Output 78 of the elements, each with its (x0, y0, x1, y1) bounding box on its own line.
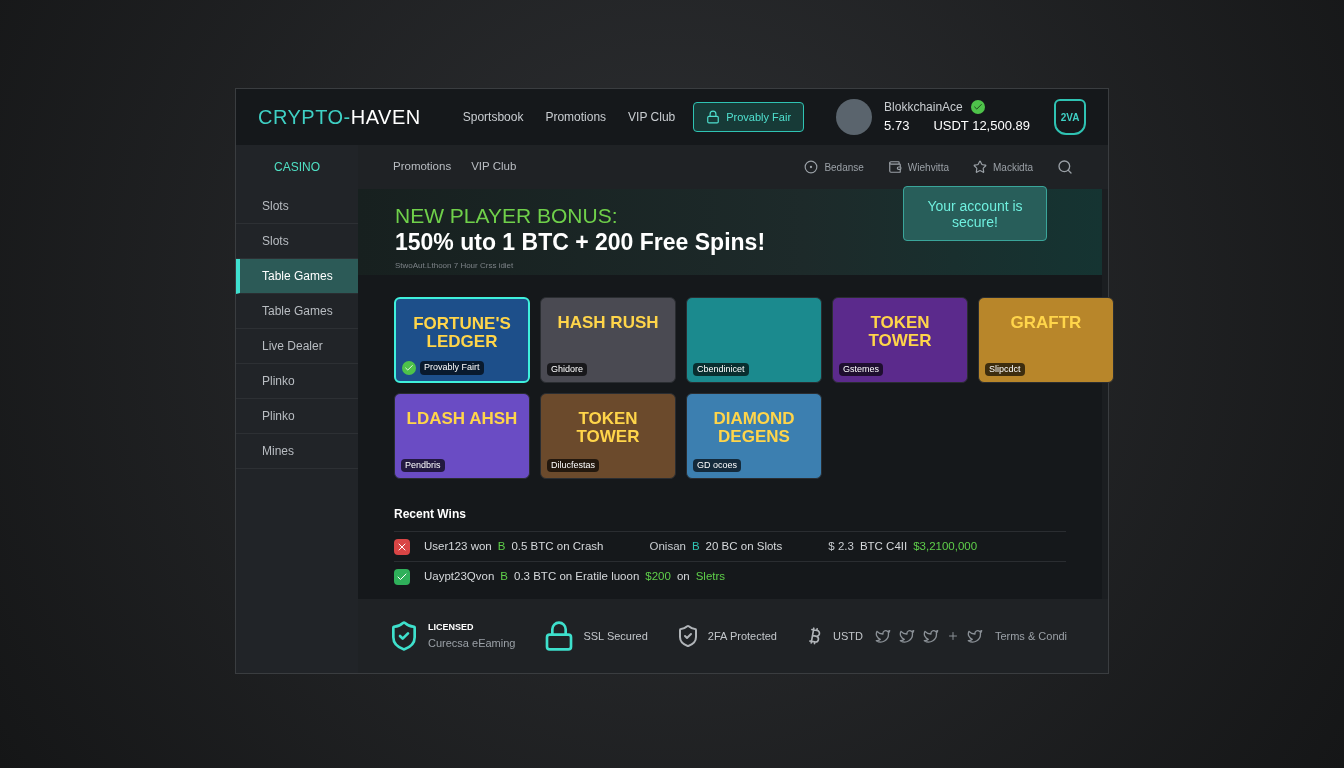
tool-link[interactable]: Bedanse (824, 159, 864, 175)
footer-label: USTD (832, 628, 863, 644)
win-text: on (676, 568, 690, 584)
game-title: FORTUNE'S LEDGER (412, 315, 512, 351)
game-caption: Ghidore (547, 362, 588, 376)
banner-kicker: NEW PLAYER BONUS: (395, 204, 618, 228)
game-tile[interactable]: HASH RUSH Ghidore (540, 297, 676, 383)
license-title: LICENSED (428, 621, 475, 634)
banner-fine-print: StwoAut.Lthoon 7 Hour Crss idiet (395, 260, 514, 272)
win-text: User123 won (424, 538, 492, 554)
game-caption: Cbendinicet (693, 362, 749, 376)
coin-icon (804, 160, 819, 174)
game-caption: Slipcdct (985, 362, 1025, 376)
bird-icon[interactable] (898, 628, 915, 644)
secure-notice: Your account is secure! (903, 186, 1047, 241)
win-text: Uaypt23Qvon (424, 568, 495, 584)
footer-label: SSL Secured (583, 628, 648, 644)
plus-icon[interactable] (946, 630, 959, 642)
stat-value: 5.73 (884, 117, 910, 136)
2fa-badge: 2VA (1054, 99, 1086, 135)
win-text: BTC C4II (859, 538, 908, 554)
license-subtitle: Curecsa eEaming (428, 635, 516, 651)
game-title: DIAMOND DEGENS (712, 410, 796, 446)
username: BlokkchainAce (884, 99, 963, 117)
sidebar-item[interactable]: Table Games (236, 259, 358, 294)
win-text: Onisan (649, 538, 686, 554)
search-icon[interactable] (1057, 159, 1073, 175)
game-title: HASH RUSH (556, 314, 660, 332)
section-title: Recent Wins (394, 506, 467, 523)
footer-label: 2FA Protected (707, 628, 777, 644)
logo[interactable]: CRYPTO-HAVEN (258, 102, 421, 132)
loss-icon (394, 538, 410, 555)
win-text: B (500, 568, 508, 584)
win-text: B (497, 538, 506, 554)
banner-headline: 150% uto 1 BTC + 200 Free Spins! (395, 228, 766, 256)
game-tile[interactable]: GRAFTR Slipcdct (978, 297, 1114, 383)
terms-link[interactable]: Terms & Condi (994, 627, 1068, 645)
game-caption: Gstemes (839, 362, 883, 376)
bird-icon[interactable] (966, 628, 983, 644)
game-title: TOKEN TOWER (867, 314, 933, 350)
star-icon (973, 160, 987, 174)
win-text: 0.3 BTC on Eratile luoon (514, 568, 640, 584)
win-text: $ 2.3 (828, 538, 854, 554)
game-title: TOKEN TOWER (575, 410, 641, 446)
tool-link[interactable]: Mackidta (993, 159, 1033, 175)
lock-icon (706, 110, 721, 124)
nav-link[interactable]: VIP Club (628, 108, 676, 126)
balance: USDT 12,500.89 (933, 117, 1030, 136)
sidebar-heading: CASINO (274, 159, 320, 176)
game-title: LDASH AHSH (405, 410, 519, 428)
game-tile[interactable]: TOKEN TOWER Dilucfestas (540, 393, 676, 479)
game-caption: Provably Fairt (420, 361, 484, 375)
bird-icon[interactable] (922, 628, 939, 644)
nav-link[interactable]: Promotions (545, 108, 607, 126)
win-text: $3,2100,000 (913, 538, 978, 554)
provably-fair-button[interactable]: Provably Fair (693, 101, 805, 133)
game-caption: Dilucfestas (547, 458, 599, 472)
game-tile[interactable]: Cbendinicet (686, 297, 822, 383)
nav-link[interactable]: Sportsbook (462, 108, 524, 126)
bird-icon[interactable] (874, 628, 891, 644)
game-caption: GD ocoes (693, 458, 742, 472)
win-text: 0.5 BTC on Crash (511, 538, 604, 554)
game-tile[interactable]: FORTUNE'S LEDGER Provably Fairt (394, 297, 530, 383)
win-text: $200 (645, 568, 671, 584)
subnav-link[interactable]: Promotions (393, 158, 452, 176)
subnav-link[interactable]: VIP Club (471, 158, 517, 176)
wallet-icon (887, 160, 902, 174)
game-tile[interactable]: LDASH AHSH Pendbris (394, 393, 530, 479)
win-text: Sletrs (695, 568, 726, 584)
game-caption: Pendbris (401, 458, 445, 472)
tool-link[interactable]: Wiehvitta (907, 159, 949, 175)
game-tile[interactable]: DIAMOND DEGENS GD ocoes (686, 393, 822, 479)
avatar[interactable] (836, 99, 873, 135)
win-text: B (691, 538, 700, 554)
game-tile[interactable]: TOKEN TOWER Gstemes (832, 297, 968, 383)
win-text: 20 BC on Slots (705, 538, 783, 554)
win-icon (394, 568, 410, 585)
game-title: GRAFTR (1009, 314, 1083, 332)
